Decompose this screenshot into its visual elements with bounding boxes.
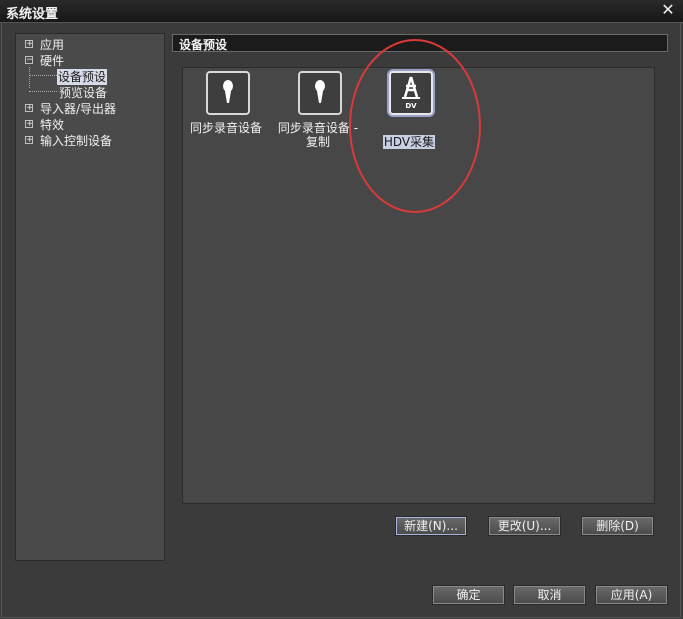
- edit-button[interactable]: 更改(U)...: [488, 516, 561, 536]
- tree-item-device-presets[interactable]: 设备预设: [16, 69, 164, 85]
- tree-item-label: 硬件: [40, 54, 65, 68]
- device-preset-item[interactable]: 同步录音设备 - 复制: [278, 71, 358, 161]
- device-preset-label: HDV采集: [369, 121, 449, 149]
- settings-tree[interactable]: + 应用 − 硬件 设备预设 预览设备 + 导入器/导出器 + 特效 + 输入控…: [15, 33, 165, 561]
- tree-item-label: 输入控制设备: [40, 134, 113, 148]
- tree-item-label: 应用: [40, 38, 65, 52]
- tree-item-importer-exporter[interactable]: + 导入器/导出器: [16, 101, 164, 117]
- device-preset-list[interactable]: 同步录音设备 同步录音设备 - 复制 DV HDV采集: [182, 67, 655, 504]
- tree-item-input-control[interactable]: + 输入控制设备: [16, 133, 164, 149]
- device-preset-item-selected[interactable]: DV HDV采集: [369, 71, 449, 149]
- title-bar: 系统设置 ✕: [0, 0, 683, 23]
- device-preset-label: 同步录音设备: [189, 121, 262, 135]
- collapse-icon[interactable]: −: [25, 56, 34, 65]
- hdv-icon-text: DV: [405, 102, 417, 110]
- expand-icon[interactable]: +: [25, 136, 34, 145]
- close-icon[interactable]: ✕: [659, 1, 677, 19]
- tree-item-label: 设备预设: [57, 69, 108, 85]
- new-button[interactable]: 新建(N)...: [395, 516, 467, 536]
- microphone-icon: [298, 71, 342, 115]
- apply-button[interactable]: 应用(A): [595, 585, 668, 605]
- tree-item-effects[interactable]: + 特效: [16, 117, 164, 133]
- cancel-button[interactable]: 取消: [513, 585, 586, 605]
- tree-item-label: 预览设备: [59, 86, 108, 100]
- tree-item-preview-device[interactable]: 预览设备: [16, 85, 164, 101]
- ok-button[interactable]: 确定: [432, 585, 505, 605]
- panel-header: 设备预设: [172, 34, 668, 52]
- panel-title: 设备预设: [179, 38, 228, 52]
- tree-item-hardware[interactable]: − 硬件: [16, 53, 164, 69]
- tree-item-label: 特效: [40, 118, 65, 132]
- delete-button[interactable]: 删除(D): [581, 516, 654, 536]
- device-preset-label-text: HDV采集: [382, 135, 436, 149]
- expand-icon[interactable]: +: [25, 120, 34, 129]
- device-preset-label: 同步录音设备 - 复制: [277, 121, 359, 149]
- tree-item-app[interactable]: + 应用: [16, 37, 164, 53]
- window-title: 系统设置: [6, 7, 59, 22]
- tree-item-label: 导入器/导出器: [40, 102, 117, 116]
- device-preset-item[interactable]: 同步录音设备: [186, 71, 266, 161]
- hdv-icon: DV: [389, 71, 433, 115]
- expand-icon[interactable]: +: [25, 104, 34, 113]
- expand-icon[interactable]: +: [25, 40, 34, 49]
- microphone-icon: [206, 71, 250, 115]
